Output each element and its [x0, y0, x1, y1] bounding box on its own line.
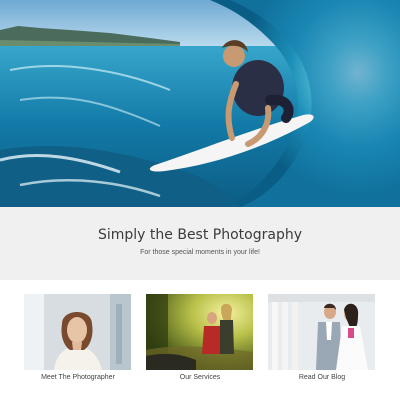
our-services-link[interactable]: Our Services: [146, 374, 254, 381]
meet-photographer-link[interactable]: Meet The Photographer: [24, 374, 132, 381]
page-title: Simply the Best Photography: [97, 227, 302, 243]
page-subtitle: For those special moments in your life!: [140, 249, 260, 256]
surfer-in-wave-photo: [0, 0, 400, 207]
tagline-band: Simply the Best Photography For those sp…: [0, 207, 400, 280]
read-blog-link[interactable]: Read Our Blog: [268, 374, 376, 381]
wedding-couple-photo[interactable]: [268, 294, 375, 370]
card-our-services[interactable]: Our Services: [146, 294, 254, 381]
photographer-portrait[interactable]: [24, 294, 131, 370]
couple-in-park-photo[interactable]: [146, 294, 253, 370]
hero-image: [0, 0, 400, 207]
card-read-blog[interactable]: Read Our Blog: [268, 294, 376, 381]
card-meet-photographer[interactable]: Meet The Photographer: [24, 294, 132, 381]
